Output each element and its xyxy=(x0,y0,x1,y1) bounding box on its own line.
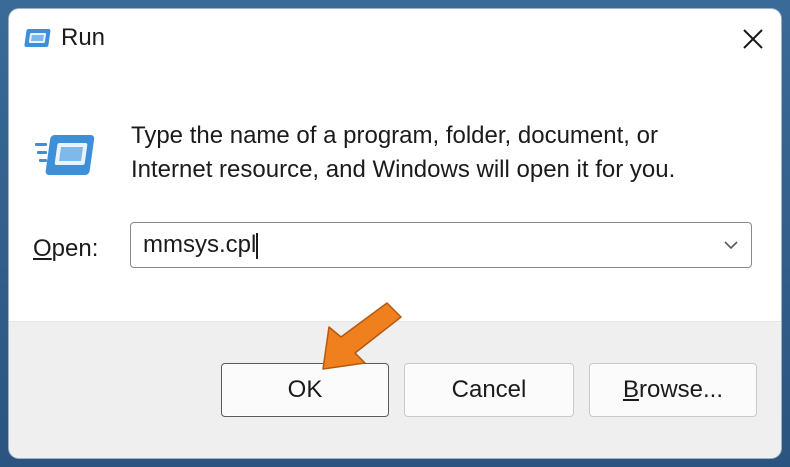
close-icon xyxy=(743,29,763,49)
open-label: Open: xyxy=(33,235,98,263)
browse-button[interactable]: Browse... xyxy=(589,363,757,417)
chevron-down-icon[interactable] xyxy=(721,235,741,255)
instruction-line-1: Type the name of a program, folder, docu… xyxy=(131,122,658,149)
open-label-text: pen: xyxy=(51,235,99,262)
instruction-line-2: Internet resource, and Windows will open… xyxy=(131,156,676,183)
run-dialog: risk.com Run xyxy=(9,9,781,458)
dialog-body: Type the name of a program, folder, docu… xyxy=(9,69,781,321)
open-input[interactable] xyxy=(143,231,703,259)
text-cursor xyxy=(256,233,258,259)
title-bar[interactable]: Run xyxy=(9,9,781,69)
open-combobox[interactable] xyxy=(130,222,752,268)
close-button[interactable] xyxy=(733,19,773,59)
ok-button[interactable]: OK xyxy=(221,363,389,417)
window-title: Run xyxy=(61,24,106,51)
run-icon xyxy=(24,29,51,47)
instruction-text: Type the name of a program, folder, docu… xyxy=(131,119,751,187)
browse-accelerator: B xyxy=(622,376,639,403)
browse-label: rowse... xyxy=(638,376,724,403)
cancel-button[interactable]: Cancel xyxy=(404,363,574,417)
button-bar: OK Cancel Browse... xyxy=(9,321,781,458)
run-program-icon xyxy=(35,135,95,175)
desktop-background: risk.com Run xyxy=(0,0,790,467)
open-label-accelerator: O xyxy=(33,235,52,262)
